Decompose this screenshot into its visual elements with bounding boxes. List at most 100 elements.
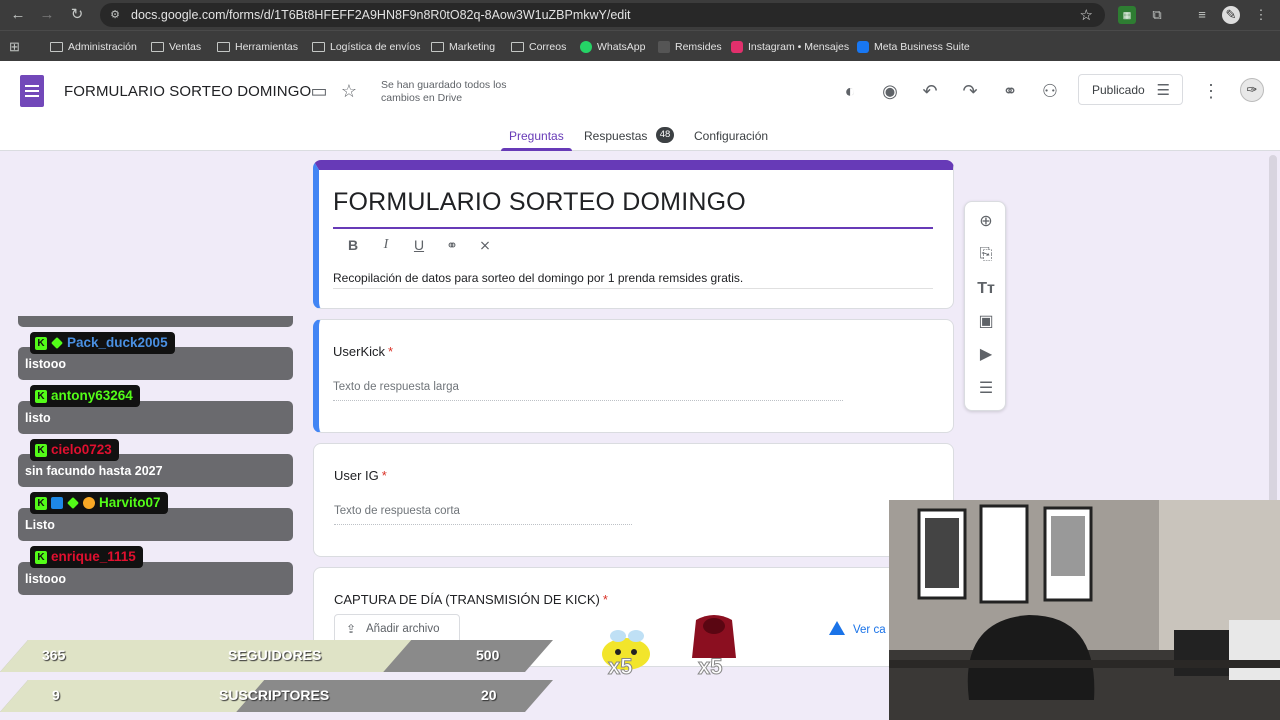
bookmark-star-icon[interactable]: ☆ bbox=[1080, 6, 1093, 24]
subscribers-label: SUSCRIPTORES bbox=[219, 687, 330, 703]
question-title: CAPTURA DE DÍA (TRANSMISIÓN DE KICK) * bbox=[334, 592, 608, 607]
chat-username: Kantony63264 bbox=[30, 385, 140, 407]
more-vert-icon[interactable]: ⋮ bbox=[1199, 79, 1223, 103]
address-bar[interactable]: ⚙ docs.google.com/forms/d/1T6Bt8HFEFF2A9… bbox=[100, 3, 1105, 27]
clear-formatting-icon[interactable]: ⨯ bbox=[476, 236, 494, 254]
subscribers-goal: 20 bbox=[481, 687, 497, 703]
preview-eye-icon[interactable]: ◉ bbox=[878, 79, 902, 103]
save-status-text: Se han guardado todos los cambios en Dri… bbox=[381, 79, 507, 104]
chat-text: listooo bbox=[25, 572, 66, 586]
floating-question-toolbar: ⊕ ⎘ Tт ▣ ▶ ☰ bbox=[964, 201, 1006, 411]
form-title[interactable]: FORMULARIO SORTEO DOMINGO bbox=[333, 188, 746, 217]
bookmark-herramientas[interactable]: Herramientas bbox=[217, 39, 298, 55]
bee-sticker: x5 bbox=[598, 628, 656, 680]
tune-icon: ☰ bbox=[1156, 82, 1170, 99]
add-video-icon[interactable]: ▶ bbox=[975, 344, 997, 366]
followers-current: 365 bbox=[42, 647, 66, 663]
followers-goal: 500 bbox=[476, 647, 500, 663]
chat-username: K Pack_duck2005 bbox=[30, 332, 175, 354]
add-title-icon[interactable]: Tт bbox=[975, 278, 997, 300]
tab-preguntas[interactable]: Preguntas bbox=[509, 129, 564, 143]
extension-sheets-icon[interactable]: ▦ bbox=[1118, 6, 1136, 24]
url-text[interactable]: docs.google.com/forms/d/1T6Bt8HFEFF2A9HN… bbox=[131, 8, 631, 22]
instagram-icon bbox=[731, 41, 743, 53]
link-icon[interactable]: ⚭ bbox=[998, 79, 1022, 103]
bookmark-meta[interactable]: Meta Business Suite bbox=[857, 39, 970, 55]
meta-icon bbox=[857, 41, 869, 53]
folder-icon bbox=[312, 42, 325, 52]
reading-list-icon[interactable]: ≡ bbox=[1193, 6, 1211, 24]
bookmark-instagram[interactable]: Instagram • Mensajes bbox=[731, 39, 849, 55]
italic-icon[interactable]: I bbox=[377, 236, 395, 254]
redo-icon[interactable]: ↷ bbox=[958, 79, 982, 103]
question-card-userkick[interactable]: UserKick * Texto de respuesta larga bbox=[313, 319, 954, 433]
move-folder-icon[interactable]: ▭ bbox=[307, 79, 331, 103]
sub-badge-icon bbox=[67, 497, 79, 509]
google-forms-logo-icon[interactable] bbox=[20, 75, 44, 107]
question-title: UserKick * bbox=[333, 344, 394, 359]
chat-text: listo bbox=[25, 411, 51, 425]
back-icon[interactable]: ← bbox=[9, 6, 27, 24]
kick-badge-icon: K bbox=[35, 550, 47, 564]
kick-badge-icon: K bbox=[35, 496, 47, 510]
form-title-card[interactable]: FORMULARIO SORTEO DOMINGO B I U ⚭ ⨯ Reco… bbox=[313, 160, 954, 309]
bookmark-marketing[interactable]: Marketing bbox=[431, 39, 495, 55]
forward-icon[interactable]: → bbox=[38, 6, 56, 24]
whatsapp-icon bbox=[580, 41, 592, 53]
insert-link-icon[interactable]: ⚭ bbox=[443, 236, 461, 254]
add-section-icon[interactable]: ☰ bbox=[975, 378, 997, 400]
folder-icon bbox=[217, 42, 230, 52]
undo-icon[interactable]: ↶ bbox=[918, 79, 942, 103]
tab-respuestas[interactable]: Respuestas bbox=[584, 129, 647, 143]
reload-icon[interactable]: ↻ bbox=[68, 6, 86, 24]
add-image-icon[interactable]: ▣ bbox=[975, 311, 997, 333]
star-icon[interactable]: ☆ bbox=[337, 79, 361, 103]
subscribers-current: 9 bbox=[52, 687, 60, 703]
forms-app-header: FORMULARIO SORTEO DOMINGO ▭ ☆ Se han gua… bbox=[0, 61, 1280, 151]
underline-icon[interactable]: U bbox=[410, 236, 428, 254]
bookmark-whatsapp[interactable]: WhatsApp bbox=[580, 39, 645, 55]
answer-line bbox=[334, 524, 632, 525]
extensions-puzzle-icon[interactable]: ⧉ bbox=[1148, 6, 1166, 24]
followers-goal-bar: 365 SEGUIDORES 500 bbox=[0, 640, 553, 672]
google-drive-icon bbox=[829, 621, 845, 635]
add-collaborator-icon[interactable]: ⚇ bbox=[1038, 79, 1062, 103]
browser-toolbar: ← → ↻ ⚙ docs.google.com/forms/d/1T6Bt8HF… bbox=[0, 0, 1280, 30]
sub-badge-icon bbox=[51, 337, 63, 349]
view-drive-folder-link[interactable]: Ver ca bbox=[829, 621, 886, 636]
answer-placeholder: Texto de respuesta larga bbox=[333, 381, 459, 393]
upload-icon: ⇪ bbox=[346, 622, 357, 636]
publish-label: Publicado bbox=[1092, 83, 1145, 97]
bold-icon[interactable]: B bbox=[344, 236, 362, 254]
bookmark-correos[interactable]: Correos bbox=[511, 39, 566, 55]
remsides-icon bbox=[658, 41, 670, 53]
bookmark-remsides[interactable]: Remsides bbox=[658, 39, 722, 55]
question-card-user-ig[interactable]: User IG * Texto de respuesta corta bbox=[313, 443, 954, 557]
document-title[interactable]: FORMULARIO SORTEO DOMINGO bbox=[64, 83, 311, 100]
bookmark-ventas[interactable]: Ventas bbox=[151, 39, 201, 55]
chat-username: K Harvito07 bbox=[30, 492, 168, 514]
answer-placeholder: Texto de respuesta corta bbox=[334, 505, 460, 517]
kick-badge-icon: K bbox=[35, 443, 47, 457]
palette-icon[interactable]: ◐ bbox=[838, 79, 862, 103]
tab-configuracion[interactable]: Configuración bbox=[694, 129, 768, 143]
bookmark-logistica[interactable]: Logística de envíos bbox=[312, 39, 420, 55]
import-questions-icon[interactable]: ⎘ bbox=[975, 244, 997, 266]
site-info-icon[interactable]: ⚙ bbox=[108, 8, 122, 22]
add-question-icon[interactable]: ⊕ bbox=[975, 211, 997, 233]
subscribers-goal-bar: 9 SUSCRIPTORES 20 bbox=[0, 680, 553, 712]
apps-grid-icon[interactable]: ⊞ bbox=[9, 39, 20, 55]
chat-username: Kcielo0723 bbox=[30, 439, 119, 461]
chat-username: Kenrique_1115 bbox=[30, 546, 143, 568]
avatar[interactable]: ✑ bbox=[1240, 78, 1264, 102]
kick-badge-icon: K bbox=[35, 389, 47, 403]
publish-button[interactable]: Publicado ☰ bbox=[1078, 74, 1183, 105]
description-underline bbox=[333, 288, 933, 289]
profile-icon[interactable]: ✎ bbox=[1222, 6, 1240, 24]
bookmark-administracion[interactable]: Administración bbox=[50, 39, 137, 55]
required-asterisk: * bbox=[388, 344, 394, 359]
browser-menu-icon[interactable]: ⋮ bbox=[1252, 6, 1270, 24]
webcam-scene bbox=[889, 500, 1280, 720]
bookmarks-bar: ⊞ Administración Ventas Herramientas Log… bbox=[0, 30, 1280, 61]
form-description[interactable]: Recopilación de datos para sorteo del do… bbox=[333, 271, 743, 285]
